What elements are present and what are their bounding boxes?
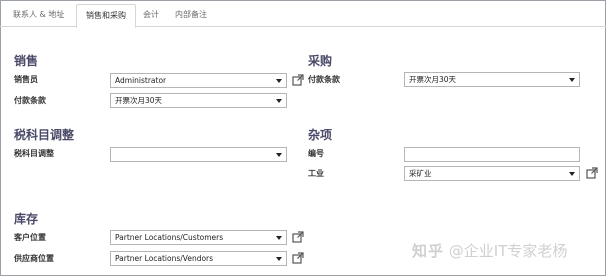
industry-select[interactable]: 采矿业 xyxy=(404,166,580,181)
sales-payment-terms-label: 付款条款 xyxy=(14,96,46,105)
chevron-down-icon xyxy=(569,172,575,176)
watermark: 知乎 @企业IT专家老杨 xyxy=(412,240,567,261)
salesperson-label: 销售员 xyxy=(14,75,38,84)
chevron-down-icon xyxy=(276,236,282,240)
vendor-location-label: 供应商位置 xyxy=(14,254,54,263)
purchase-section-title: 采购 xyxy=(308,54,333,68)
chevron-down-icon xyxy=(276,257,282,261)
sales-payment-terms-select[interactable]: 开票次月30天 xyxy=(110,93,287,108)
salesperson-select[interactable]: Administrator xyxy=(110,73,287,88)
reference-input[interactable] xyxy=(404,147,580,162)
external-link-icon[interactable] xyxy=(292,252,304,264)
tab-internal-notes[interactable]: 内部备注 xyxy=(166,4,216,28)
misc-section-title: 杂项 xyxy=(308,128,333,142)
industry-label: 工业 xyxy=(308,169,324,178)
reference-label: 编号 xyxy=(308,149,324,158)
purchase-payment-terms-select[interactable]: 开票次月30天 xyxy=(404,72,580,87)
tab-accounting[interactable]: 会计 xyxy=(134,4,168,28)
fiscal-position-select[interactable] xyxy=(110,147,287,162)
tab-contacts-addresses[interactable]: 联系人 & 地址 xyxy=(4,4,73,28)
chevron-down-icon xyxy=(276,153,282,157)
chevron-down-icon xyxy=(276,79,282,83)
external-link-icon[interactable] xyxy=(292,74,304,86)
external-link-icon[interactable] xyxy=(292,231,304,243)
purchase-payment-terms-label: 付款条款 xyxy=(308,75,340,84)
zhihu-logo: 知乎 xyxy=(412,242,445,260)
external-link-icon[interactable] xyxy=(586,167,598,179)
vendor-location-select[interactable]: Partner Locations/Vendors xyxy=(110,251,287,266)
fiscal-position-label: 税科目调整 xyxy=(14,149,54,158)
sales-section-title: 销售 xyxy=(14,54,39,68)
customer-location-select[interactable]: Partner Locations/Customers xyxy=(110,230,287,245)
inventory-section-title: 库存 xyxy=(14,212,39,226)
watermark-text: @企业IT专家老杨 xyxy=(448,242,568,260)
fiscal-section-title: 税科目调整 xyxy=(14,128,75,142)
customer-location-label: 客户位置 xyxy=(14,233,46,242)
chevron-down-icon xyxy=(569,78,575,82)
chevron-down-icon xyxy=(276,99,282,103)
notebook-tabs: 联系人 & 地址 销售和采购 会计 内部备注 xyxy=(0,0,606,28)
tab-sales-purchase[interactable]: 销售和采购 xyxy=(76,4,136,28)
